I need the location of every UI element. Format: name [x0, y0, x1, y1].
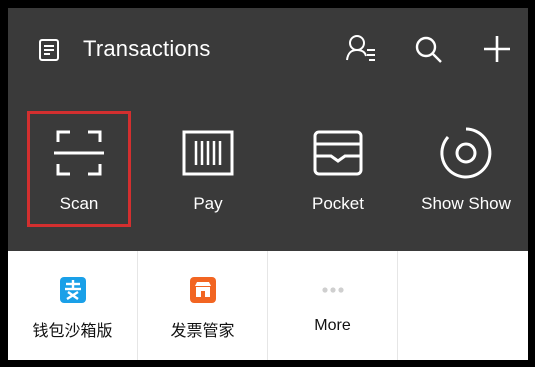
pocket-button[interactable]: Pocket	[274, 104, 402, 234]
pay-label: Pay	[193, 194, 223, 213]
document-icon[interactable]	[37, 38, 61, 62]
scan-highlight	[27, 111, 131, 227]
app-invoice-manager-label: 发票管家	[170, 323, 235, 340]
plus-icon[interactable]	[480, 32, 514, 66]
more-dots-icon	[321, 287, 344, 293]
wallet-icon	[313, 130, 363, 176]
app-grid: 钱包沙箱版 发票管家 More	[8, 251, 528, 360]
app-wallet-sandbox-label: 钱包沙箱版	[32, 323, 113, 340]
show-show-button[interactable]: Show Show	[404, 104, 528, 234]
invoice-icon	[189, 277, 216, 303]
search-icon[interactable]	[411, 32, 445, 66]
more-button[interactable]: More	[268, 251, 398, 360]
empty-cell	[398, 251, 528, 360]
app-wallet-sandbox[interactable]: 钱包沙箱版	[8, 251, 138, 360]
page-title: Transactions	[83, 36, 211, 61]
top-panel: Transactions Scan Pay Pocket Show Show	[8, 8, 528, 251]
pocket-label: Pocket	[312, 194, 364, 213]
contacts-icon[interactable]	[344, 32, 378, 66]
app-invoice-manager[interactable]: 发票管家	[138, 251, 268, 360]
app-screen: Transactions Scan Pay Pocket Show Show 钱…	[8, 8, 528, 360]
header-bar: Transactions	[8, 8, 528, 96]
show-icon	[440, 127, 492, 179]
more-label: More	[314, 317, 351, 334]
show-show-label: Show Show	[421, 194, 511, 213]
barcode-icon	[182, 130, 234, 176]
alipay-icon	[59, 277, 86, 303]
pay-button[interactable]: Pay	[144, 104, 272, 234]
